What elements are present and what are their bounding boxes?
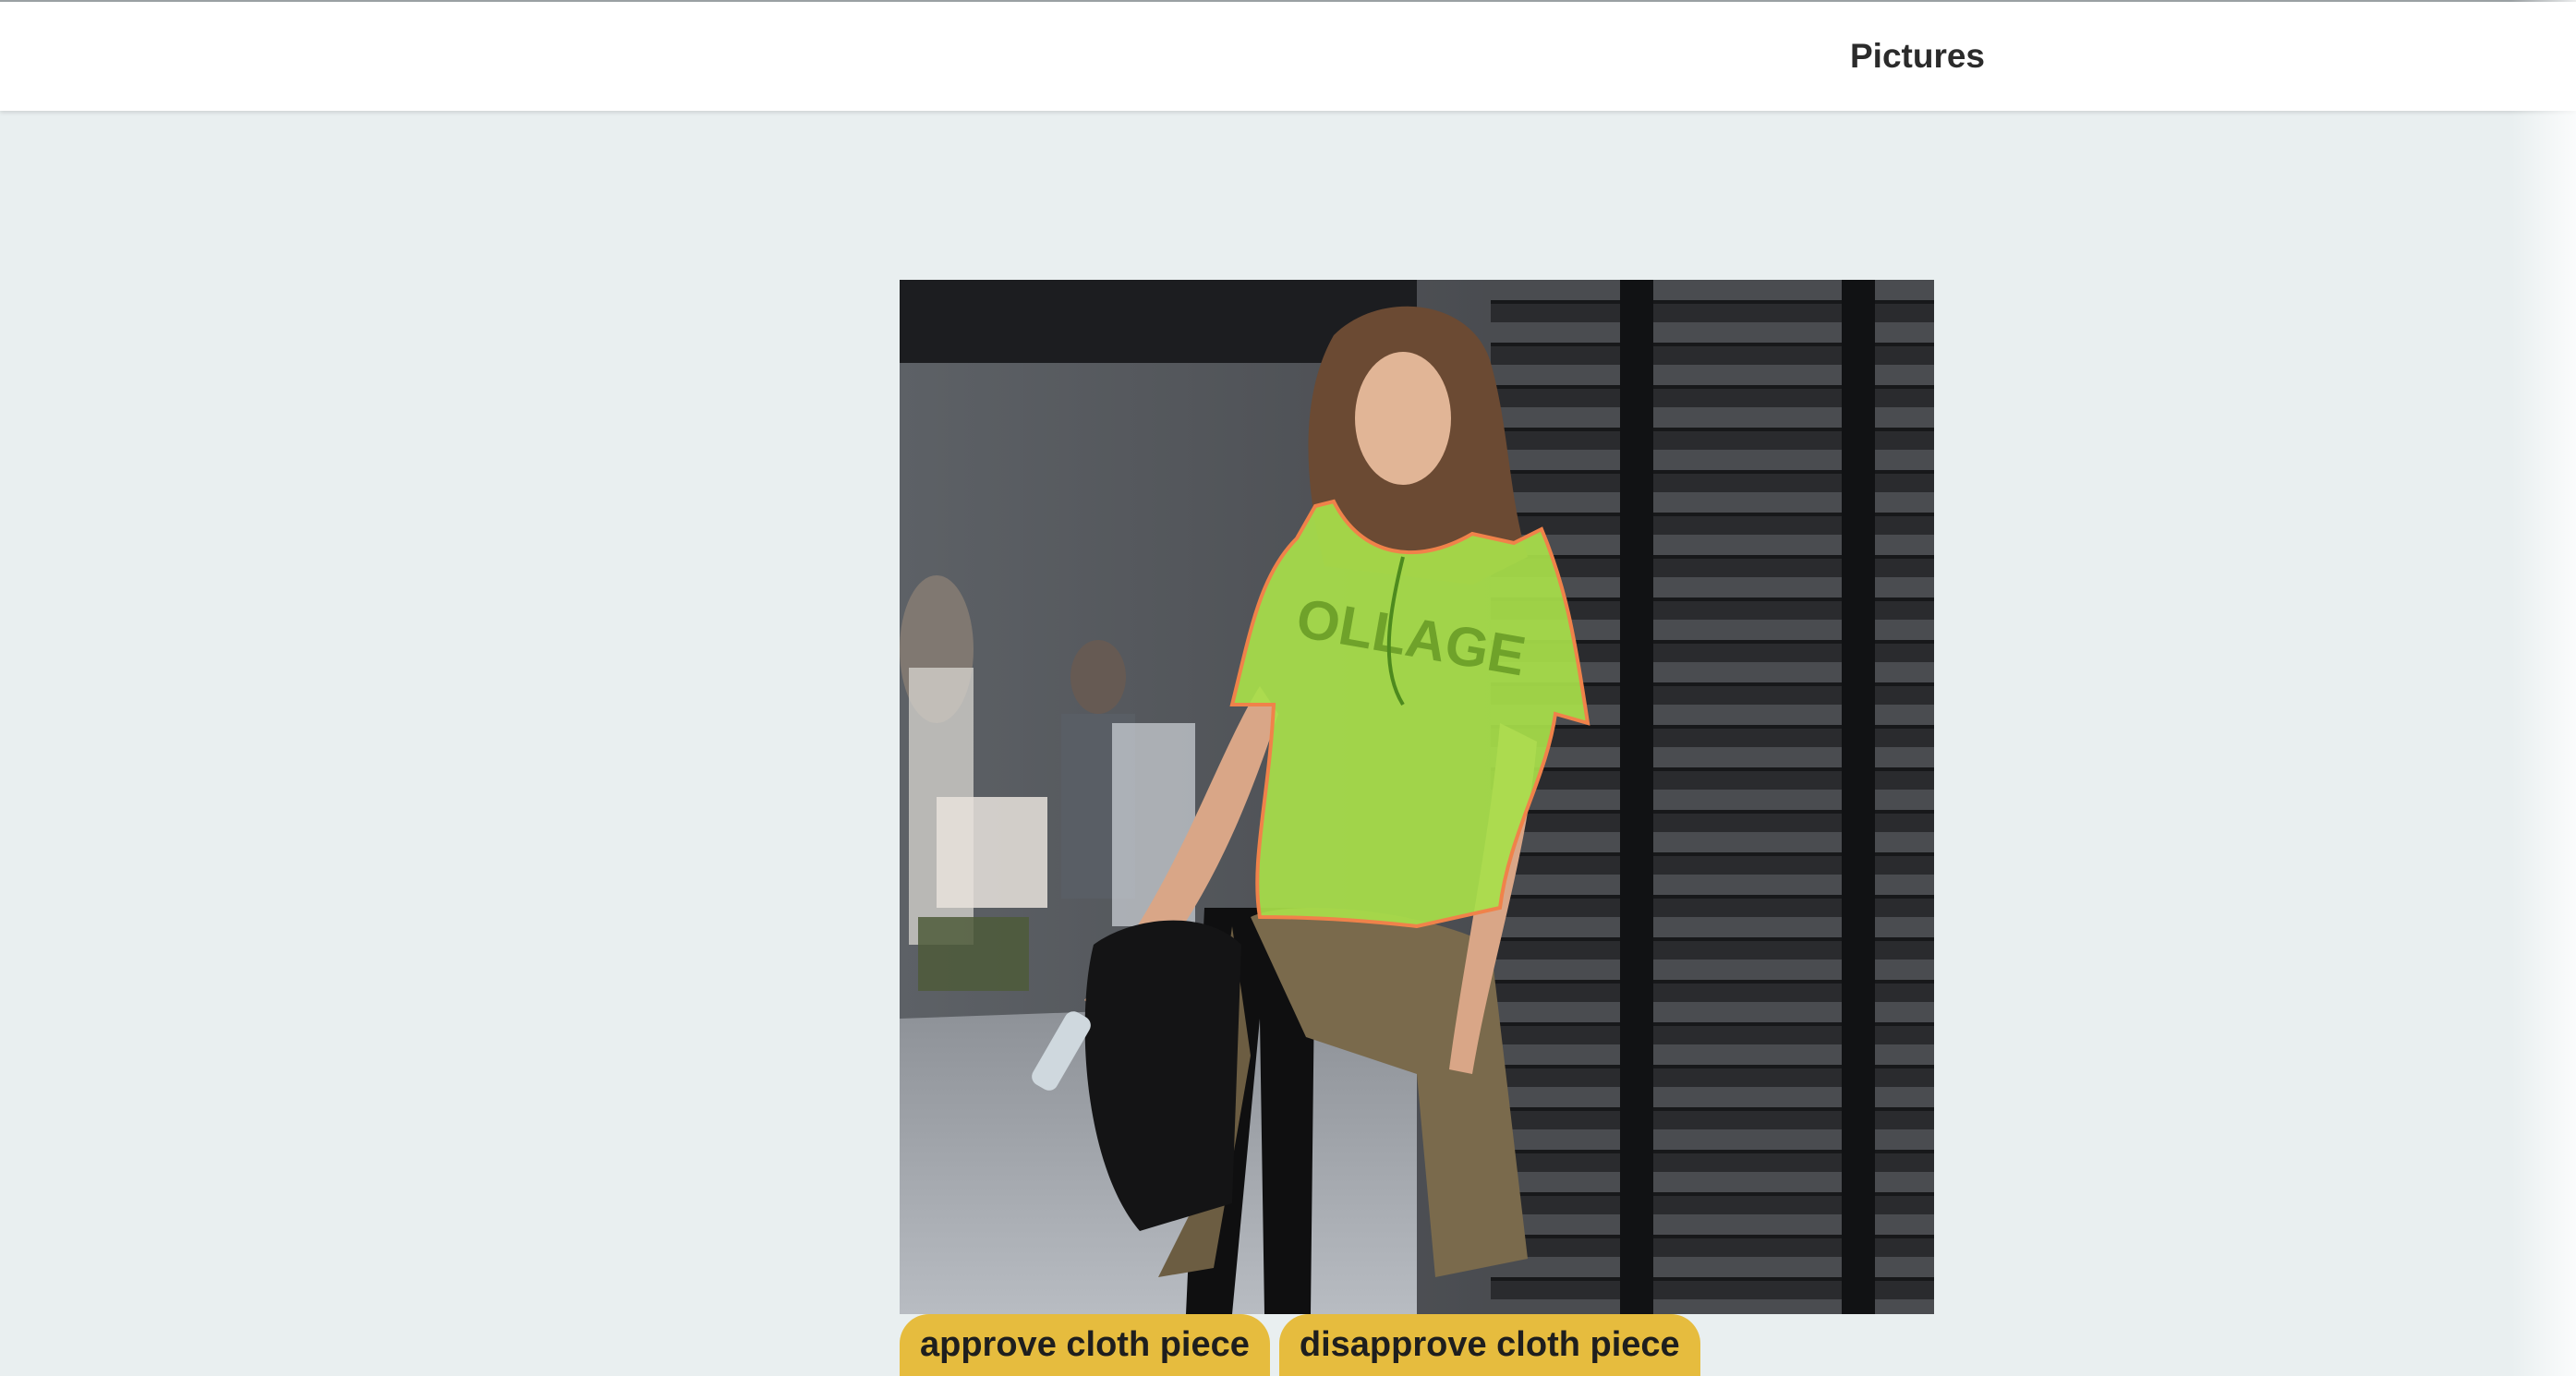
shutter-post xyxy=(1620,280,1653,1314)
blurred-skirt xyxy=(918,917,1029,991)
scroll-edge-fade xyxy=(2511,0,2576,1376)
photo-canvas: OLLAGE xyxy=(900,280,1934,1314)
shutter-post xyxy=(1842,280,1875,1314)
blurred-tote-bag xyxy=(937,797,1047,908)
approve-cloth-button[interactable]: approve cloth piece xyxy=(900,1314,1270,1376)
segmentation-photo: OLLAGE xyxy=(900,280,1934,1314)
face xyxy=(1355,352,1451,485)
nav-link-pictures[interactable]: Pictures xyxy=(1850,37,1985,76)
action-buttons: approve cloth piece disapprove cloth pie… xyxy=(900,1314,1700,1376)
disapprove-cloth-button[interactable]: disapprove cloth piece xyxy=(1278,1314,1700,1376)
blurred-pedestrian xyxy=(1070,640,1126,714)
top-navigation-bar: Pictures xyxy=(0,0,2576,111)
